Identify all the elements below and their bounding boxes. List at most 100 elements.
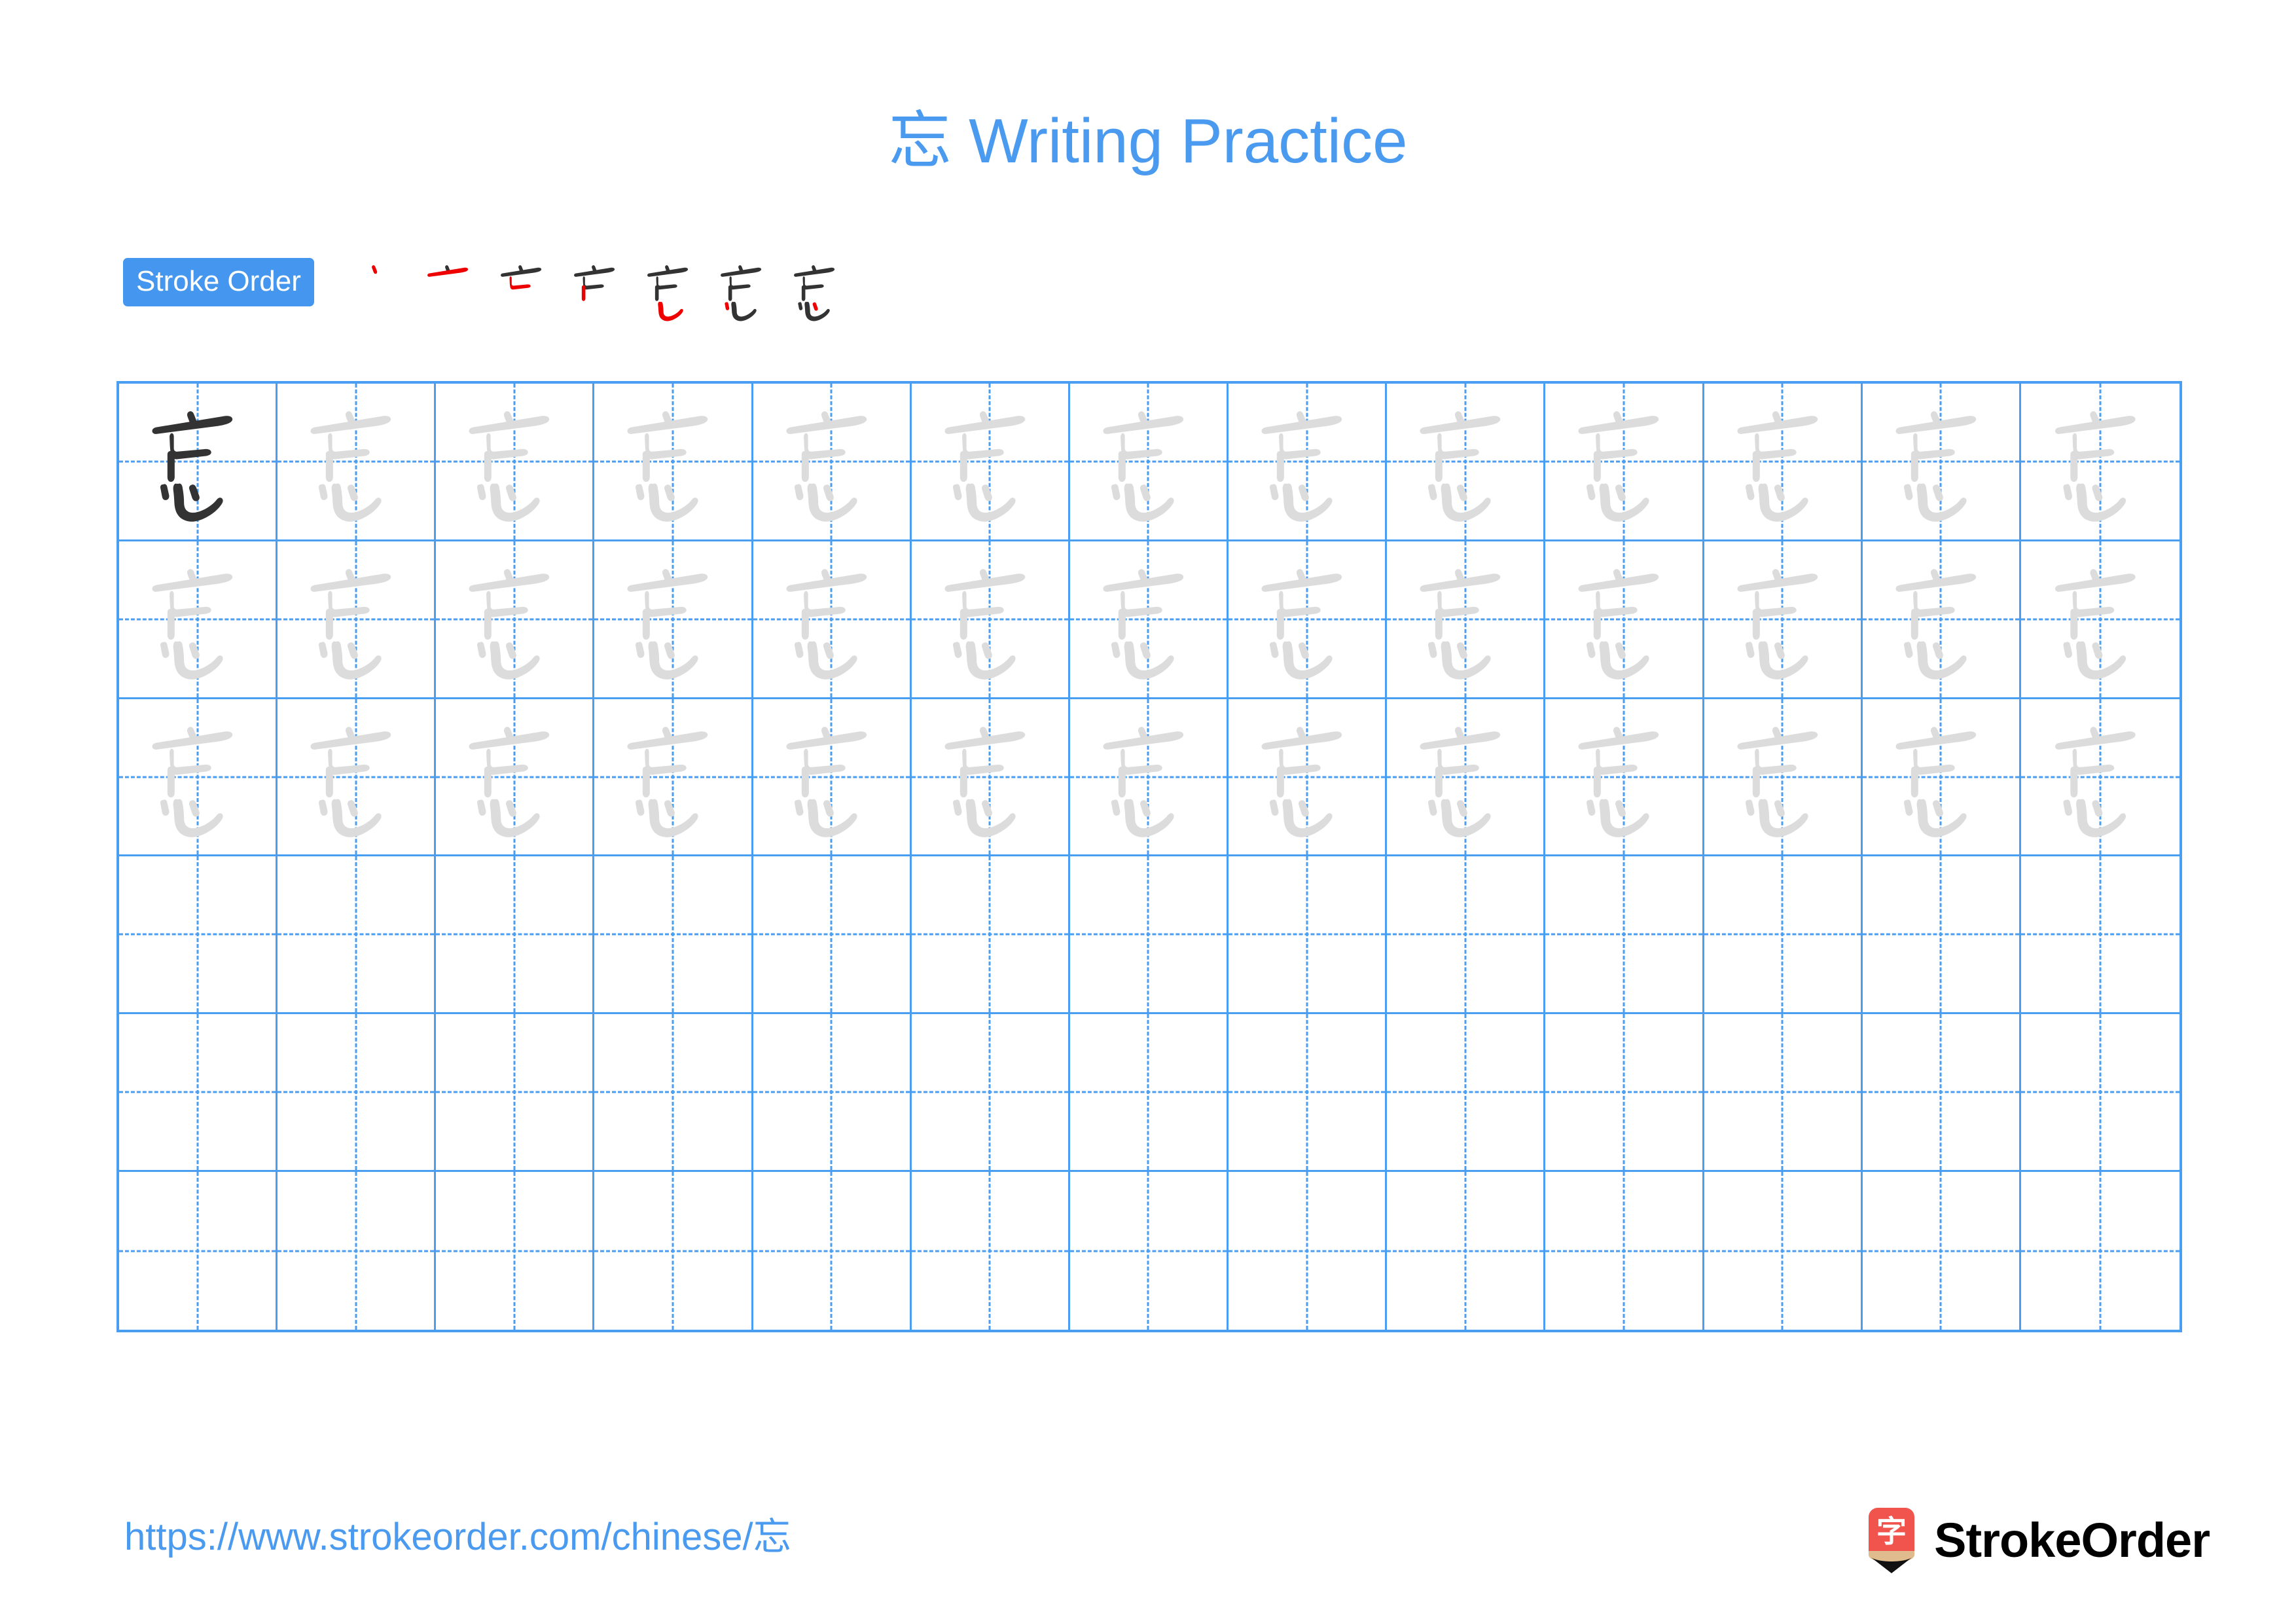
practice-cell-r6-c12[interactable] bbox=[1862, 1172, 2021, 1330]
practice-cell-r1-c11[interactable] bbox=[1704, 384, 1863, 541]
practice-cell-r3-c8[interactable] bbox=[1229, 699, 1388, 857]
trace-character bbox=[2021, 699, 2179, 855]
practice-cell-r2-c3[interactable] bbox=[436, 541, 595, 699]
trace-character bbox=[1545, 384, 1702, 539]
practice-cell-r2-c11[interactable] bbox=[1704, 541, 1863, 699]
practice-cell-r3-c5[interactable] bbox=[753, 699, 912, 857]
practice-cell-r6-c2[interactable] bbox=[278, 1172, 437, 1330]
practice-cell-r4-c3[interactable] bbox=[436, 856, 595, 1015]
trace-character bbox=[1229, 384, 1385, 539]
stroke-step-4 bbox=[560, 254, 634, 327]
trace-character bbox=[594, 541, 751, 697]
practice-cell-r4-c13[interactable] bbox=[2020, 856, 2179, 1015]
practice-cell-r5-c8[interactable] bbox=[1229, 1014, 1388, 1173]
practice-cell-r3-c1[interactable] bbox=[119, 699, 278, 857]
trace-character bbox=[1070, 541, 1227, 697]
practice-cell-r2-c2[interactable] bbox=[278, 541, 437, 699]
footer-url[interactable]: https://www.strokeorder.com/chinese/忘 bbox=[124, 1516, 791, 1558]
practice-cell-r2-c5[interactable] bbox=[753, 541, 912, 699]
practice-cell-r6-c9[interactable] bbox=[1387, 1172, 1546, 1330]
practice-cell-r1-c6[interactable] bbox=[911, 384, 1070, 541]
guide-line-horizontal bbox=[1545, 1091, 1702, 1093]
practice-cell-r5-c3[interactable] bbox=[436, 1014, 595, 1173]
guide-line-horizontal bbox=[594, 933, 751, 936]
guide-line-horizontal bbox=[1704, 1091, 1861, 1093]
practice-cell-r5-c1[interactable] bbox=[119, 1014, 278, 1173]
practice-cell-r2-c4[interactable] bbox=[594, 541, 753, 699]
practice-cell-r1-c1[interactable] bbox=[119, 384, 278, 541]
practice-cell-r2-c12[interactable] bbox=[1862, 541, 2021, 699]
practice-cell-r6-c10[interactable] bbox=[1545, 1172, 1704, 1330]
practice-cell-r4-c12[interactable] bbox=[1862, 856, 2021, 1015]
practice-cell-r2-c8[interactable] bbox=[1229, 541, 1388, 699]
guide-line-horizontal bbox=[753, 1250, 910, 1252]
practice-cell-r6-c8[interactable] bbox=[1229, 1172, 1388, 1330]
strokeorder-logo-icon: 字 bbox=[1869, 1508, 1915, 1573]
practice-cell-r1-c13[interactable] bbox=[2020, 384, 2179, 541]
practice-cell-r6-c4[interactable] bbox=[594, 1172, 753, 1330]
practice-cell-r4-c9[interactable] bbox=[1387, 856, 1546, 1015]
practice-cell-r5-c6[interactable] bbox=[911, 1014, 1070, 1173]
practice-cell-r3-c10[interactable] bbox=[1545, 699, 1704, 857]
practice-cell-r4-c10[interactable] bbox=[1545, 856, 1704, 1015]
practice-cell-r5-c13[interactable] bbox=[2020, 1014, 2179, 1173]
practice-cell-r5-c7[interactable] bbox=[1069, 1014, 1229, 1173]
brand-name: StrokeOrder bbox=[1934, 1513, 2210, 1567]
practice-cell-r6-c13[interactable] bbox=[2020, 1172, 2179, 1330]
practice-cell-r2-c10[interactable] bbox=[1545, 541, 1704, 699]
practice-cell-r4-c8[interactable] bbox=[1229, 856, 1388, 1015]
practice-cell-r6-c11[interactable] bbox=[1704, 1172, 1863, 1330]
practice-cell-r6-c1[interactable] bbox=[119, 1172, 278, 1330]
practice-cell-r6-c6[interactable] bbox=[911, 1172, 1070, 1330]
practice-cell-r1-c2[interactable] bbox=[278, 384, 437, 541]
practice-cell-r5-c11[interactable] bbox=[1704, 1014, 1863, 1173]
practice-cell-r1-c4[interactable] bbox=[594, 384, 753, 541]
practice-cell-r2-c6[interactable] bbox=[911, 541, 1070, 699]
practice-cell-r2-c1[interactable] bbox=[119, 541, 278, 699]
practice-cell-r3-c6[interactable] bbox=[911, 699, 1070, 857]
guide-line-horizontal bbox=[1862, 1091, 2019, 1093]
practice-cell-r3-c7[interactable] bbox=[1069, 699, 1229, 857]
practice-cell-r4-c7[interactable] bbox=[1069, 856, 1229, 1015]
practice-cell-r6-c3[interactable] bbox=[436, 1172, 595, 1330]
stroke-order-section: Stroke Order bbox=[123, 254, 853, 326]
practice-cell-r1-c7[interactable] bbox=[1069, 384, 1229, 541]
practice-cell-r3-c13[interactable] bbox=[2020, 699, 2179, 857]
practice-cell-r2-c7[interactable] bbox=[1069, 541, 1229, 699]
practice-cell-r3-c12[interactable] bbox=[1862, 699, 2021, 857]
page-title: 忘 Writing Practice bbox=[888, 106, 1408, 176]
trace-character bbox=[1545, 541, 1702, 697]
guide-line-horizontal bbox=[753, 1091, 910, 1093]
practice-cell-r1-c8[interactable] bbox=[1229, 384, 1388, 541]
practice-cell-r4-c1[interactable] bbox=[119, 856, 278, 1015]
practice-cell-r3-c3[interactable] bbox=[436, 699, 595, 857]
practice-cell-r3-c2[interactable] bbox=[278, 699, 437, 857]
practice-cell-r4-c11[interactable] bbox=[1704, 856, 1863, 1015]
practice-cell-r1-c9[interactable] bbox=[1387, 384, 1546, 541]
practice-cell-r1-c12[interactable] bbox=[1862, 384, 2021, 541]
guide-line-vertical bbox=[1939, 856, 1942, 1013]
practice-cell-r1-c3[interactable] bbox=[436, 384, 595, 541]
practice-cell-r5-c4[interactable] bbox=[594, 1014, 753, 1173]
practice-cell-r5-c9[interactable] bbox=[1387, 1014, 1546, 1173]
practice-cell-r5-c10[interactable] bbox=[1545, 1014, 1704, 1173]
practice-cell-r1-c10[interactable] bbox=[1545, 384, 1704, 541]
practice-cell-r4-c6[interactable] bbox=[911, 856, 1070, 1015]
practice-cell-r3-c4[interactable] bbox=[594, 699, 753, 857]
practice-cell-r6-c5[interactable] bbox=[753, 1172, 912, 1330]
practice-cell-r2-c13[interactable] bbox=[2020, 541, 2179, 699]
guide-line-horizontal bbox=[753, 933, 910, 936]
practice-cell-r4-c5[interactable] bbox=[753, 856, 912, 1015]
practice-cell-r5-c2[interactable] bbox=[278, 1014, 437, 1173]
practice-cell-r2-c9[interactable] bbox=[1387, 541, 1546, 699]
guide-line-vertical bbox=[672, 1172, 674, 1330]
practice-cell-r4-c2[interactable] bbox=[278, 856, 437, 1015]
practice-cell-r3-c11[interactable] bbox=[1704, 699, 1863, 857]
guide-line-vertical bbox=[2099, 1172, 2102, 1330]
practice-cell-r5-c5[interactable] bbox=[753, 1014, 912, 1173]
practice-cell-r5-c12[interactable] bbox=[1862, 1014, 2021, 1173]
practice-cell-r1-c5[interactable] bbox=[753, 384, 912, 541]
practice-cell-r3-c9[interactable] bbox=[1387, 699, 1546, 857]
practice-cell-r6-c7[interactable] bbox=[1069, 1172, 1229, 1330]
practice-cell-r4-c4[interactable] bbox=[594, 856, 753, 1015]
